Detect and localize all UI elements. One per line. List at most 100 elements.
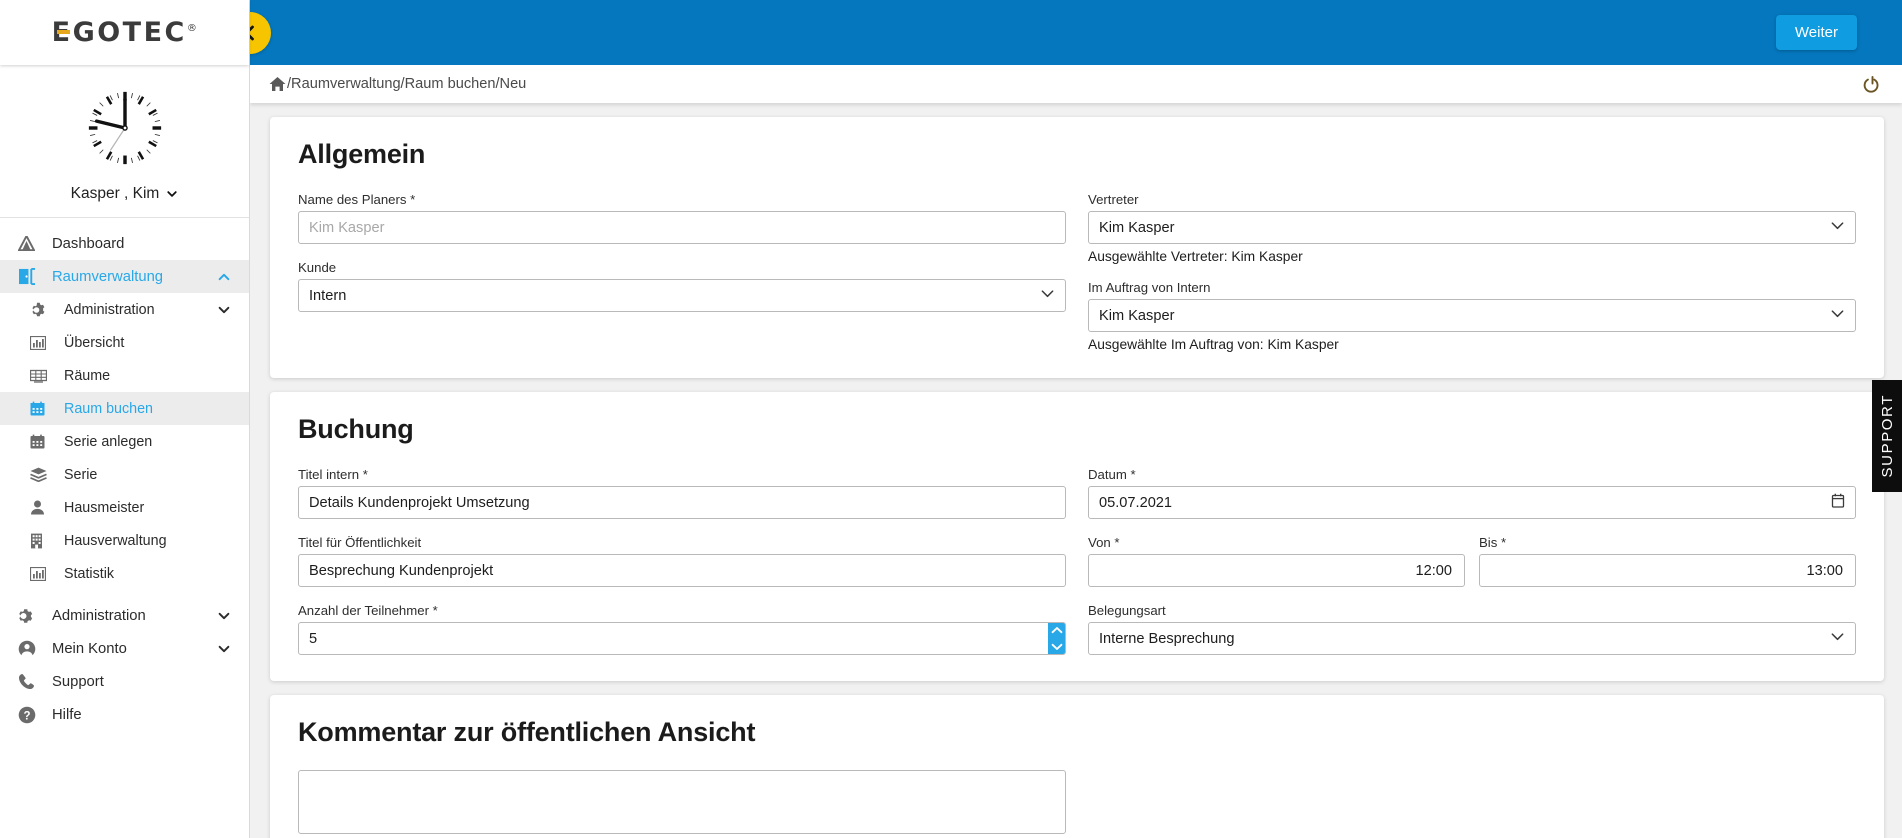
sidebar-item-label: Mein Konto — [52, 640, 127, 657]
breadcrumb-bar: /Raumverwaltung/Raum buchen/Neu — [250, 65, 1902, 103]
gear-icon — [18, 608, 40, 624]
von-input[interactable] — [1088, 554, 1465, 587]
label-titel-oeffentlichkeit: Titel für Öffentlichkeit — [298, 535, 422, 550]
sidebar-item-mein-konto[interactable]: Mein Konto — [0, 632, 249, 665]
chevron-up-icon — [218, 273, 230, 280]
field-datum: Datum * — [1088, 467, 1856, 519]
sidebar-item-raum-buchen[interactable]: Raum buchen — [0, 392, 249, 425]
weiter-button[interactable]: Weiter — [1775, 15, 1857, 50]
sidebar-nav: Dashboard Raumverwaltung Administration — [0, 218, 249, 838]
field-vertreter: Vertreter Ausgewählte Vertreter: Kim Kas… — [1088, 192, 1856, 264]
sidebar-item-label: Räume — [64, 367, 111, 384]
main-area: Weiter /Raumverwaltung/Raum buchen/Neu A… — [229, 0, 1902, 838]
app-root: EGOTEC® Kasper , Kim Dashboard Raumverwa… — [0, 0, 1902, 838]
titel-oeffentlichkeit-input[interactable] — [298, 554, 1066, 587]
kommentar-left-column — [298, 770, 1066, 838]
quantity-stepper[interactable] — [1048, 623, 1065, 654]
calendar-icon — [30, 401, 52, 417]
sidebar: EGOTEC® Kasper , Kim Dashboard Raumverwa… — [0, 0, 250, 838]
chevron-down-icon — [218, 306, 230, 313]
field-name-des-planers: Name des Planers * — [298, 192, 1066, 244]
sidebar-item-label: Serie anlegen — [64, 433, 153, 450]
sidebar-item-dashboard[interactable]: Dashboard — [0, 227, 249, 260]
power-icon — [1863, 75, 1879, 93]
kommentar-textarea[interactable] — [298, 770, 1066, 834]
sidebar-item-label: Statistik — [64, 565, 115, 582]
breadcrumb-path: /Raumverwaltung/Raum buchen/Neu — [287, 76, 527, 92]
allgemein-grid: Name des Planers * Kunde — [298, 192, 1856, 352]
im-auftrag-von-hint: Ausgewählte Im Auftrag von: Kim Kasper — [1088, 337, 1339, 352]
chevron-down-icon[interactable] — [1051, 642, 1063, 651]
sidebar-item-uebersicht[interactable]: Übersicht — [0, 326, 249, 359]
brand-trademark: ® — [186, 23, 200, 34]
sidebar-item-label: Raum buchen — [64, 400, 154, 417]
breadcrumb[interactable]: /Raumverwaltung/Raum buchen/Neu — [269, 76, 526, 92]
chevron-down-icon — [218, 645, 230, 652]
chevron-up-icon[interactable] — [1051, 626, 1063, 635]
label-datum: Datum * — [1088, 467, 1136, 482]
sidebar-item-raumverwaltung[interactable]: Raumverwaltung — [0, 260, 249, 293]
kunde-select[interactable] — [298, 279, 1066, 312]
label-titel-intern: Titel intern * — [298, 467, 368, 482]
datum-wrap — [1088, 486, 1856, 519]
card-buchung: Buchung Titel intern * Titel für Öffentl… — [270, 392, 1884, 681]
logout-button[interactable] — [1863, 75, 1882, 94]
kunde-select-wrap — [298, 279, 1066, 312]
logo-accent-bar — [56, 30, 70, 34]
name-des-planers-input[interactable] — [298, 211, 1066, 244]
support-tab-label: SUPPORT — [1878, 394, 1896, 478]
sidebar-item-administration-sub[interactable]: Administration — [0, 293, 249, 326]
sidebar-item-serie-anlegen[interactable]: Serie anlegen — [0, 425, 249, 458]
calendar-icon — [30, 434, 52, 450]
home-icon[interactable] — [269, 76, 286, 92]
field-im-auftrag-von: Im Auftrag von Intern Ausgewählte Im Auf… — [1088, 280, 1856, 352]
datum-input[interactable] — [1088, 486, 1856, 519]
field-anzahl-teilnehmer: Anzahl der Teilnehmer * — [298, 603, 1066, 655]
im-auftrag-von-select[interactable] — [1088, 299, 1856, 332]
grid-icon — [30, 368, 52, 384]
allgemein-right-column: Vertreter Ausgewählte Vertreter: Kim Kas… — [1088, 192, 1856, 352]
layers-icon — [30, 467, 52, 483]
account-icon — [18, 640, 40, 658]
support-tab[interactable]: SUPPORT — [1872, 380, 1902, 492]
user-menu-toggle[interactable]: Kasper , Kim — [71, 185, 179, 203]
card-kommentar: Kommentar zur öffentlichen Ansicht — [270, 695, 1884, 838]
bis-input[interactable] — [1479, 554, 1856, 587]
belegungsart-select[interactable] — [1088, 622, 1856, 655]
section-title-kommentar: Kommentar zur öffentlichen Ansicht — [298, 717, 756, 747]
sidebar-item-support[interactable]: Support — [0, 665, 249, 698]
sidebar-item-administration[interactable]: Administration — [0, 599, 249, 632]
field-bis: Bis * — [1479, 535, 1856, 587]
sidebar-item-raeume[interactable]: Räume — [0, 359, 249, 392]
anzahl-teilnehmer-wrap — [298, 622, 1066, 655]
section-title-buchung: Buchung — [298, 414, 414, 444]
vertreter-hint: Ausgewählte Vertreter: Kim Kasper — [1088, 249, 1303, 264]
belegungsart-select-wrap — [1088, 622, 1856, 655]
svg-text:?: ? — [23, 710, 30, 722]
vertreter-select[interactable] — [1088, 211, 1856, 244]
chart-icon — [30, 335, 52, 351]
allgemein-left-column: Name des Planers * Kunde — [298, 192, 1066, 352]
gear-icon — [30, 302, 52, 318]
sidebar-item-statistik[interactable]: Statistik — [0, 557, 249, 590]
sidebar-item-label: Serie — [64, 466, 98, 483]
titel-intern-input[interactable] — [298, 486, 1066, 519]
card-allgemein: Allgemein Name des Planers * Kunde — [270, 117, 1884, 378]
sidebar-item-hausverwaltung[interactable]: Hausverwaltung — [0, 524, 249, 557]
sidebar-item-label: Administration — [52, 607, 146, 624]
field-titel-oeffentlichkeit: Titel für Öffentlichkeit — [298, 535, 1066, 587]
sidebar-item-hilfe[interactable]: ? Hilfe — [0, 698, 249, 731]
kommentar-right-column — [1088, 770, 1856, 838]
sidebar-item-label: Hausmeister — [64, 499, 145, 516]
kommentar-grid — [298, 770, 1856, 838]
sidebar-item-serie[interactable]: Serie — [0, 458, 249, 491]
door-icon — [18, 268, 40, 285]
sidebar-item-hausmeister[interactable]: Hausmeister — [0, 491, 249, 524]
help-icon: ? — [18, 706, 40, 723]
page-content: Allgemein Name des Planers * Kunde — [250, 103, 1902, 838]
label-im-auftrag-von: Im Auftrag von Intern — [1088, 280, 1211, 295]
anzahl-teilnehmer-input[interactable] — [298, 622, 1066, 655]
brand-logo[interactable]: EGOTEC® — [50, 17, 200, 48]
im-auftrag-von-select-wrap — [1088, 299, 1856, 332]
analog-clock-icon — [86, 90, 163, 166]
